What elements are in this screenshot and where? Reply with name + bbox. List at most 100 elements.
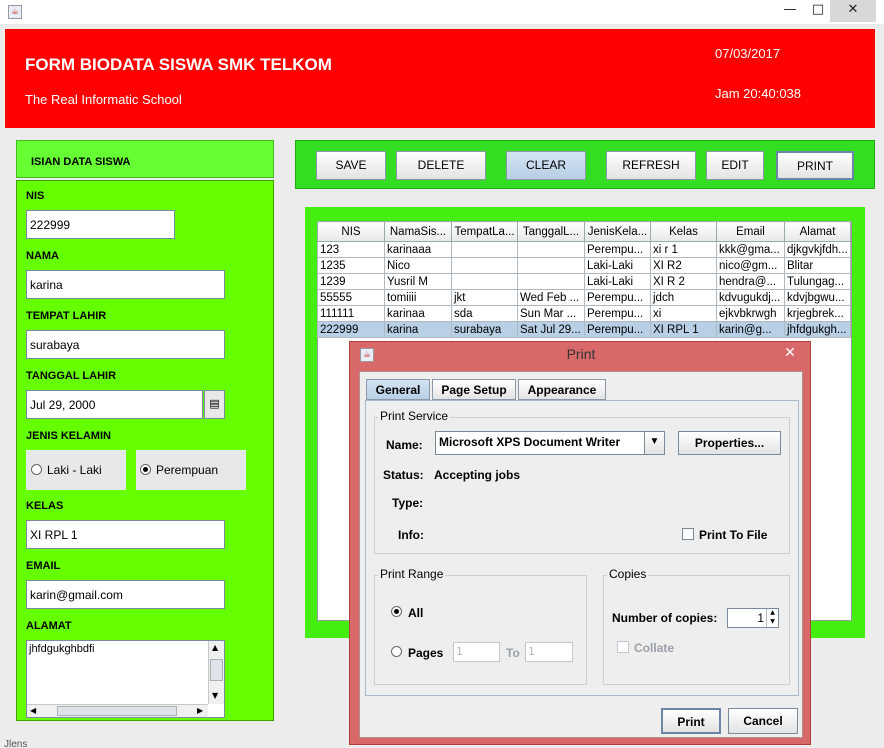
column-header[interactable]: TempatLa... xyxy=(451,221,518,242)
column-header[interactable]: Kelas xyxy=(650,221,717,242)
kelas-field[interactable]: XI RPL 1 xyxy=(26,520,225,549)
edit-button[interactable]: EDIT xyxy=(706,151,764,180)
column-header[interactable]: NIS xyxy=(317,221,385,242)
table-row[interactable]: 123 karinaaa Perempu... xi r 1 kkk@gma... djk… xyxy=(317,241,851,258)
maximize-button[interactable]: □ xyxy=(803,0,833,22)
nis-label: NIS xyxy=(26,190,45,202)
radio-all[interactable] xyxy=(391,606,402,617)
table-row[interactable]: 1239 Yusril M Laki-Laki XI R 2 hendra@... Tul… xyxy=(317,273,851,290)
table-cell: Laki-Laki xyxy=(584,273,651,290)
copies-value: 1 xyxy=(757,611,764,625)
table-cell: 123 xyxy=(317,241,385,258)
column-header[interactable]: NamaSis... xyxy=(384,221,452,242)
spin-up-icon[interactable]: ▲ xyxy=(766,609,778,618)
print-to-file-checkbox[interactable] xyxy=(682,528,694,540)
radio-laki-laki[interactable]: Laki - Laki xyxy=(26,450,126,490)
printer-select[interactable]: Microsoft XPS Document Writer ▼ xyxy=(435,431,665,455)
table-cell xyxy=(517,257,585,274)
radio-pages[interactable] xyxy=(391,646,402,657)
copies-spinner[interactable]: 1 ▲ ▼ xyxy=(727,608,779,628)
radio-laki-circle[interactable] xyxy=(31,464,42,475)
table-row-selected[interactable]: 222999 karina surabaya Sat Jul 29... Perempu… xyxy=(317,321,851,338)
table-cell: Sat Jul 29... xyxy=(517,321,585,338)
radio-perempuan[interactable]: Perempuan xyxy=(136,450,246,490)
radio-selected-dot xyxy=(394,609,399,614)
column-header[interactable]: TanggalL... xyxy=(517,221,585,242)
table-cell: karinaa xyxy=(384,305,452,322)
properties-button[interactable]: Properties... xyxy=(678,431,781,455)
scroll-left-icon[interactable]: ◀ xyxy=(30,706,36,715)
table-cell: jdch xyxy=(650,289,717,306)
collate-label: Collate xyxy=(634,641,675,655)
table-cell: jkt xyxy=(451,289,518,306)
table-cell xyxy=(451,273,518,290)
pages-from-field[interactable]: 1 xyxy=(453,642,500,662)
table-cell xyxy=(451,257,518,274)
student-form: NIS 222999 NAMA karina TEMPAT LAHIR sura… xyxy=(16,180,274,721)
close-icon[interactable]: ✕ xyxy=(775,344,805,362)
header-date: 07/03/2017 xyxy=(715,46,781,61)
print-range-label: Print Range xyxy=(378,567,446,581)
general-tab-panel: Print Service Name: Microsoft XPS Docume… xyxy=(365,400,799,696)
vertical-scrollbar[interactable]: ▲ ▼ xyxy=(208,641,224,704)
name-label: Name: xyxy=(386,438,423,452)
table-cell: XI R 2 xyxy=(650,273,717,290)
hscroll-thumb[interactable] xyxy=(57,706,177,716)
table-cell: Sun Mar ... xyxy=(517,305,585,322)
table-row[interactable]: 1235 Nico Laki-Laki XI R2 nico@gm... Blitar xyxy=(317,257,851,274)
copies-group xyxy=(603,575,790,685)
scroll-thumb[interactable] xyxy=(210,659,223,681)
tab-general[interactable]: General xyxy=(366,379,430,400)
scroll-down-icon[interactable]: ▼ xyxy=(212,691,218,700)
clear-button[interactable]: CLEAR xyxy=(506,151,586,180)
horizontal-scrollbar[interactable]: ◀ ▶ xyxy=(27,704,208,717)
nis-field[interactable]: 222999 xyxy=(26,210,175,239)
status-label: Status: xyxy=(383,468,424,482)
number-of-copies-label: Number of copies: xyxy=(612,611,718,625)
scroll-up-icon[interactable]: ▲ xyxy=(212,643,218,652)
pages-to-field[interactable]: 1 xyxy=(525,642,573,662)
table-cell: hendra@... xyxy=(716,273,785,290)
tempat-lahir-field[interactable]: surabaya xyxy=(26,330,225,359)
java-icon: ☕ xyxy=(8,5,22,19)
table-cell: kdvugukdj... xyxy=(716,289,785,306)
table-header-row: NIS NamaSis... TempatLa... TanggalL... J… xyxy=(317,221,851,242)
table-cell: nico@gm... xyxy=(716,257,785,274)
spin-down-icon[interactable]: ▼ xyxy=(766,618,778,627)
nama-field[interactable]: karina xyxy=(26,270,225,299)
chevron-down-icon[interactable]: ▼ xyxy=(644,432,664,454)
print-confirm-button[interactable]: Print xyxy=(661,708,721,734)
column-header[interactable]: Alamat xyxy=(784,221,851,242)
table-cell: kdvjbgwu... xyxy=(784,289,851,306)
scroll-right-icon[interactable]: ▶ xyxy=(197,706,203,715)
table-cell: Perempu... xyxy=(584,321,651,338)
alamat-textarea[interactable]: jhfdgukghbdfi ▲ ▼ ◀ ▶ xyxy=(26,640,225,718)
table-cell: 55555 xyxy=(317,289,385,306)
minimize-button[interactable]: — xyxy=(775,0,805,22)
close-window-button[interactable]: ✕ xyxy=(830,0,876,22)
tab-appearance[interactable]: Appearance xyxy=(518,379,606,400)
table-cell: sda xyxy=(451,305,518,322)
table-cell: ejkvbkrwgh xyxy=(716,305,785,322)
delete-button[interactable]: DELETE xyxy=(396,151,486,180)
table-cell: XI R2 xyxy=(650,257,717,274)
table-cell: jhfdgukgh... xyxy=(784,321,851,338)
table-cell: 1235 xyxy=(317,257,385,274)
column-header[interactable]: Email xyxy=(716,221,785,242)
radio-perempuan-circle[interactable] xyxy=(140,464,151,475)
tanggal-lahir-field[interactable]: Jul 29, 2000 xyxy=(26,390,203,419)
column-header[interactable]: JenisKela... xyxy=(584,221,651,242)
email-field[interactable]: karin@gmail.com xyxy=(26,580,225,609)
table-row[interactable]: 55555 tomiiii jkt Wed Feb ... Perempu... jdch… xyxy=(317,289,851,306)
calendar-icon[interactable]: ▤ xyxy=(204,390,225,419)
tab-page-setup[interactable]: Page Setup xyxy=(432,379,516,400)
student-table: NIS NamaSis... TempatLa... TanggalL... J… xyxy=(317,221,851,338)
cancel-button[interactable]: Cancel xyxy=(728,708,798,734)
table-row[interactable]: 111111 karinaa sda Sun Mar ... Perempu... xi e… xyxy=(317,305,851,322)
save-button[interactable]: SAVE xyxy=(316,151,386,180)
collate-checkbox[interactable] xyxy=(617,641,629,653)
refresh-button[interactable]: REFRESH xyxy=(606,151,696,180)
type-label: Type: xyxy=(392,496,424,510)
status-text: Jlens xyxy=(4,739,28,748)
print-button[interactable]: PRINT xyxy=(776,151,854,180)
